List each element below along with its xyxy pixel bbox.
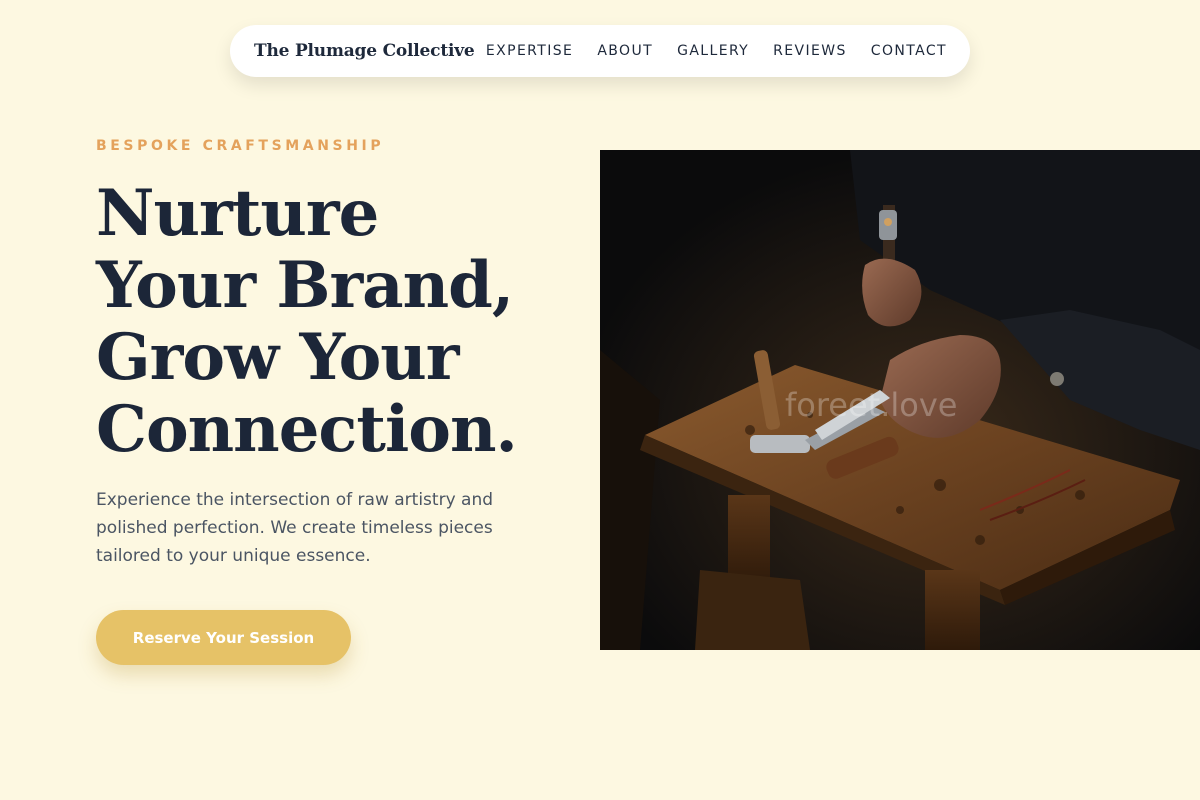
brand-logo[interactable]: The Plumage Collective [254,41,475,61]
nav-link-gallery[interactable]: GALLERY [677,43,749,59]
nav-links: EXPERTISE ABOUT GALLERY REVIEWS CONTACT [486,43,947,59]
hero-image: foreet.love [600,150,1200,650]
hero-headline: Nurture Your Brand, Grow Your Connection… [96,178,566,466]
hero-description: Experience the intersection of raw artis… [96,490,494,566]
hero-eyebrow: BESPOKE CRAFTSMANSHIP [96,138,385,154]
nav-link-expertise[interactable]: EXPERTISE [486,43,573,59]
top-navigation: The Plumage Collective EXPERTISE ABOUT G… [230,25,970,77]
headline-line-4: Connection. [96,392,518,467]
nav-link-contact[interactable]: CONTACT [871,43,947,59]
headline-line-1: Nurture [96,176,379,251]
nav-link-about[interactable]: ABOUT [597,43,653,59]
headline-line-2: Your Brand, [96,248,514,323]
image-watermark: foreet.love [785,386,958,424]
headline-line-3: Grow Your [96,320,460,395]
nav-link-reviews[interactable]: REVIEWS [773,43,847,59]
reserve-session-button[interactable]: Reserve Your Session [96,610,351,665]
